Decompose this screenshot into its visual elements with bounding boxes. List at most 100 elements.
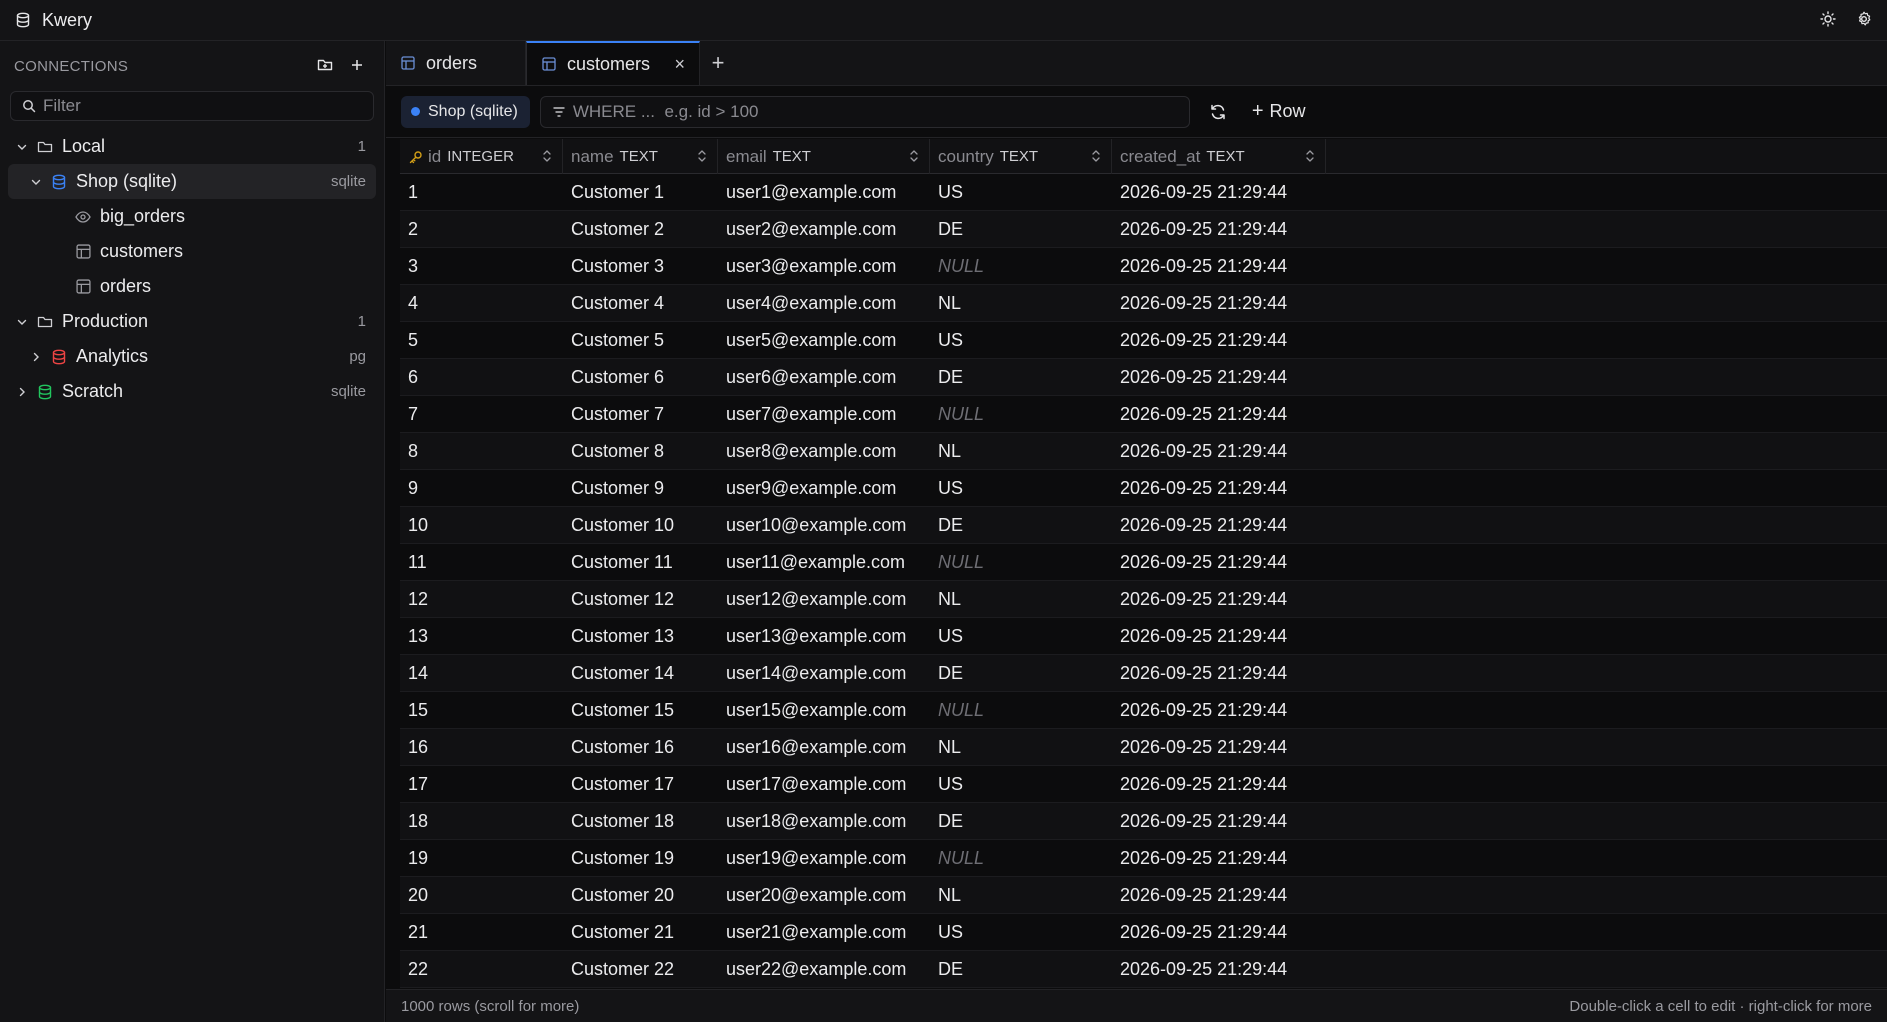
cell-country[interactable]: US	[930, 766, 1112, 802]
cell-created-at[interactable]: 2026-09-25 21:29:44	[1112, 803, 1326, 839]
cell-name[interactable]: Customer 17	[563, 766, 718, 802]
cell-email[interactable]: user4@example.com	[718, 285, 930, 321]
cell-name[interactable]: Customer 7	[563, 396, 718, 432]
cell-id[interactable]: 7	[400, 396, 563, 432]
cell-created-at[interactable]: 2026-09-25 21:29:44	[1112, 951, 1326, 987]
cell-id[interactable]: 16	[400, 729, 563, 765]
cell-email[interactable]: user13@example.com	[718, 618, 930, 654]
cell-country[interactable]: NULL	[930, 248, 1112, 284]
sort-icon[interactable]	[695, 148, 709, 164]
column-header-name[interactable]: name TEXT	[563, 139, 718, 174]
cell-country[interactable]: US	[930, 618, 1112, 654]
table-row[interactable]: 8 Customer 8 user8@example.com NL 2026-09-25…	[400, 433, 1887, 470]
cell-email[interactable]: user22@example.com	[718, 951, 930, 987]
cell-email[interactable]: user17@example.com	[718, 766, 930, 802]
table-row[interactable]: 7 Customer 7 user7@example.com NULL 2026-09-…	[400, 396, 1887, 433]
cell-id[interactable]: 19	[400, 840, 563, 876]
cell-email[interactable]: user3@example.com	[718, 248, 930, 284]
cell-created-at[interactable]: 2026-09-25 21:29:44	[1112, 396, 1326, 432]
tree-item-local[interactable]: Local 1	[8, 129, 376, 164]
column-header-id[interactable]: id INTEGER	[400, 139, 563, 174]
cell-name[interactable]: Customer 22	[563, 951, 718, 987]
cell-country[interactable]: NL	[930, 433, 1112, 469]
cell-id[interactable]: 2	[400, 211, 563, 247]
cell-country[interactable]: US	[930, 470, 1112, 506]
cell-id[interactable]: 22	[400, 951, 563, 987]
chevron-down-icon[interactable]	[28, 174, 44, 190]
cell-created-at[interactable]: 2026-09-25 21:29:44	[1112, 729, 1326, 765]
cell-created-at[interactable]: 2026-09-25 21:29:44	[1112, 322, 1326, 358]
cell-id[interactable]: 10	[400, 507, 563, 543]
cell-email[interactable]: user20@example.com	[718, 877, 930, 913]
table-row[interactable]: 5 Customer 5 user5@example.com US 2026-09-25…	[400, 322, 1887, 359]
cell-id[interactable]: 21	[400, 914, 563, 950]
table-row[interactable]: 17 Customer 17 user17@example.com US 2026-09…	[400, 766, 1887, 803]
cell-email[interactable]: user10@example.com	[718, 507, 930, 543]
cell-email[interactable]: user8@example.com	[718, 433, 930, 469]
cell-id[interactable]: 6	[400, 359, 563, 395]
cell-created-at[interactable]: 2026-09-25 21:29:44	[1112, 211, 1326, 247]
cell-email[interactable]: user1@example.com	[718, 174, 930, 210]
column-header-created-at[interactable]: created_at TEXT	[1112, 139, 1326, 174]
cell-id[interactable]: 15	[400, 692, 563, 728]
cell-id[interactable]: 18	[400, 803, 563, 839]
sort-icon[interactable]	[1303, 148, 1317, 164]
cell-name[interactable]: Customer 2	[563, 211, 718, 247]
cell-created-at[interactable]: 2026-09-25 21:29:44	[1112, 618, 1326, 654]
cell-id[interactable]: 9	[400, 470, 563, 506]
table-row[interactable]: 2 Customer 2 user2@example.com DE 2026-09-25…	[400, 211, 1887, 248]
cell-email[interactable]: user19@example.com	[718, 840, 930, 876]
chevron-right-icon[interactable]	[14, 384, 30, 400]
cell-created-at[interactable]: 2026-09-25 21:29:44	[1112, 914, 1326, 950]
cell-created-at[interactable]: 2026-09-25 21:29:44	[1112, 692, 1326, 728]
cell-created-at[interactable]: 2026-09-25 21:29:44	[1112, 470, 1326, 506]
cell-name[interactable]: Customer 8	[563, 433, 718, 469]
table-row[interactable]: 1 Customer 1 user1@example.com US 2026-09-25…	[400, 174, 1887, 211]
cell-name[interactable]: Customer 19	[563, 840, 718, 876]
cell-country[interactable]: NL	[930, 877, 1112, 913]
gear-icon[interactable]	[1855, 10, 1873, 28]
cell-country[interactable]: NL	[930, 285, 1112, 321]
chevron-down-icon[interactable]	[14, 139, 30, 155]
tree-item-orders[interactable]: orders	[8, 269, 376, 304]
chevron-down-icon[interactable]	[14, 314, 30, 330]
cell-country[interactable]: NULL	[930, 544, 1112, 580]
table-row[interactable]: 11 Customer 11 user11@example.com NULL 2026-…	[400, 544, 1887, 581]
close-tab-button[interactable]: ×	[674, 54, 685, 75]
cell-name[interactable]: Customer 12	[563, 581, 718, 617]
cell-country[interactable]: DE	[930, 655, 1112, 691]
cell-id[interactable]: 4	[400, 285, 563, 321]
cell-country[interactable]: NL	[930, 581, 1112, 617]
cell-name[interactable]: Customer 1	[563, 174, 718, 210]
cell-email[interactable]: user12@example.com	[718, 581, 930, 617]
cell-created-at[interactable]: 2026-09-25 21:29:44	[1112, 840, 1326, 876]
cell-email[interactable]: user6@example.com	[718, 359, 930, 395]
cell-country[interactable]: US	[930, 914, 1112, 950]
cell-country[interactable]: NULL	[930, 396, 1112, 432]
connection-selector[interactable]: Shop (sqlite)	[401, 95, 530, 128]
cell-email[interactable]: user2@example.com	[718, 211, 930, 247]
cell-name[interactable]: Customer 16	[563, 729, 718, 765]
cell-created-at[interactable]: 2026-09-25 21:29:44	[1112, 174, 1326, 210]
add-row-button[interactable]: + Row	[1252, 100, 1306, 123]
sun-icon[interactable]	[1819, 10, 1837, 28]
cell-email[interactable]: user5@example.com	[718, 322, 930, 358]
folder-plus-icon[interactable]	[316, 56, 334, 74]
tree-item-customers[interactable]: customers	[8, 234, 376, 269]
table-row[interactable]: 9 Customer 9 user9@example.com US 2026-09-25…	[400, 470, 1887, 507]
cell-name[interactable]: Customer 9	[563, 470, 718, 506]
add-tab-button[interactable]: +	[700, 41, 736, 85]
table-row[interactable]: 13 Customer 13 user13@example.com US 2026-09…	[400, 618, 1887, 655]
table-row[interactable]: 3 Customer 3 user3@example.com NULL 2026-09-…	[400, 248, 1887, 285]
table-row[interactable]: 12 Customer 12 user12@example.com NL 2026-09…	[400, 581, 1887, 618]
cell-created-at[interactable]: 2026-09-25 21:29:44	[1112, 248, 1326, 284]
cell-email[interactable]: user7@example.com	[718, 396, 930, 432]
cell-created-at[interactable]: 2026-09-25 21:29:44	[1112, 581, 1326, 617]
table-row[interactable]: 14 Customer 14 user14@example.com DE 2026-09…	[400, 655, 1887, 692]
column-header-email[interactable]: email TEXT	[718, 139, 930, 174]
table-row[interactable]: 6 Customer 6 user6@example.com DE 2026-09-25…	[400, 359, 1887, 396]
tree-item-analytics[interactable]: Analytics pg	[8, 339, 376, 374]
cell-email[interactable]: user21@example.com	[718, 914, 930, 950]
cell-country[interactable]: NL	[930, 729, 1112, 765]
cell-id[interactable]: 20	[400, 877, 563, 913]
